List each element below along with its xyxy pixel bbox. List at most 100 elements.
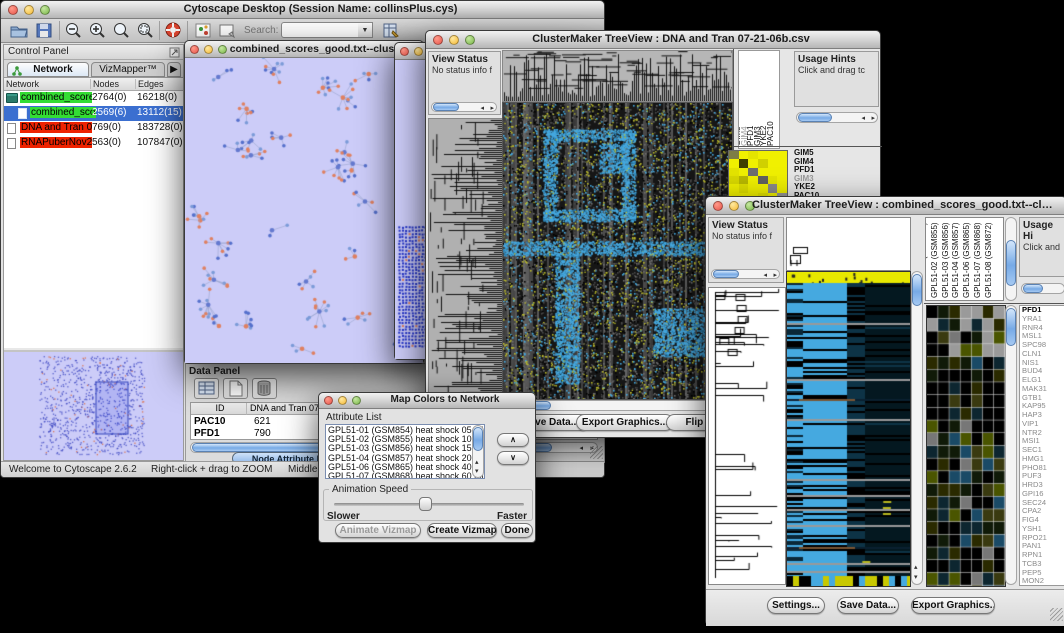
zoom-fit-icon[interactable] <box>111 21 131 40</box>
submatrix-cell[interactable] <box>739 176 749 184</box>
submatrix-cell[interactable] <box>758 184 768 192</box>
scrollbar-thumb[interactable] <box>1006 240 1016 286</box>
close-icon[interactable] <box>713 201 723 211</box>
network-list-row[interactable]: DNA and Tran 07 769(0) 183728(0) <box>4 121 183 136</box>
zoom-selected-icon[interactable] <box>135 21 155 40</box>
open-folder-icon[interactable] <box>9 21 29 40</box>
column-label[interactable]: GPL51-04 (GSM857) <box>951 222 960 298</box>
submatrix-cell[interactable] <box>739 151 749 159</box>
column-label[interactable]: GPL51-03 (GSM856) <box>941 222 950 298</box>
close-icon[interactable] <box>8 5 18 15</box>
column-label[interactable]: PAC10 <box>766 121 775 146</box>
submatrix-cell[interactable] <box>748 168 758 176</box>
tab-more-arrow[interactable]: ▶ <box>167 62 181 77</box>
delete-icon[interactable] <box>252 378 277 399</box>
scroll-down-icon[interactable]: ▾ <box>914 573 918 582</box>
tv1-heatmap[interactable] <box>502 102 733 400</box>
annotation-icon[interactable] <box>217 21 237 40</box>
tv2-heatmap-vscrollbar[interactable]: ▴ ▾ <box>911 271 923 585</box>
close-icon[interactable] <box>324 396 333 405</box>
main-titlebar[interactable]: Cytoscape Desktop (Session Name: collins… <box>1 1 604 19</box>
submatrix-cell[interactable] <box>729 176 739 184</box>
submatrix-cell[interactable] <box>748 159 758 167</box>
scrollbar-thumb[interactable] <box>433 103 459 111</box>
close-icon[interactable] <box>190 45 199 54</box>
submatrix-cell[interactable] <box>768 159 778 167</box>
scroll-left-icon[interactable]: ◂ <box>579 444 583 453</box>
scrollbar-thumb[interactable] <box>912 274 922 306</box>
minimize-icon[interactable] <box>204 45 213 54</box>
speed-slider-thumb[interactable] <box>419 497 432 511</box>
view-status-hscrollbar[interactable]: ◂ ▸ <box>711 269 780 279</box>
search-dropdown-icon[interactable]: ▼ <box>358 22 373 38</box>
gene-label[interactable]: MON2 <box>1022 577 1064 586</box>
scroll-up-icon[interactable]: ▴ <box>914 563 918 572</box>
save-data-button[interactable]: Save Data... <box>837 597 899 614</box>
submatrix-cell[interactable] <box>768 184 778 192</box>
column-label[interactable]: GPL51-07 (GSM868) <box>973 222 982 298</box>
tv1-selected-submatrix[interactable] <box>728 150 788 202</box>
network-view-titlebar[interactable]: combined_scores_good.txt--cluste... <box>185 41 423 58</box>
close-icon[interactable] <box>433 35 443 45</box>
column-label[interactable]: GPL51-06 (GSM865) <box>962 222 971 298</box>
minimize-icon[interactable] <box>24 5 34 15</box>
search-input[interactable] <box>281 22 359 38</box>
attribute-list-vscrollbar[interactable]: ▴ ▾ <box>472 425 484 478</box>
attribute-browser-icon[interactable] <box>381 21 401 40</box>
settings-button[interactable]: Settings... <box>767 597 825 614</box>
scroll-down-icon[interactable]: ▾ <box>475 467 479 476</box>
submatrix-cell[interactable] <box>758 159 768 167</box>
scrollbar-thumb[interactable] <box>1023 284 1043 293</box>
scroll-left-icon[interactable]: ◂ <box>861 114 865 123</box>
submatrix-cell[interactable] <box>768 168 778 176</box>
tv1-column-dendrogram[interactable] <box>502 50 733 102</box>
network-list-row[interactable]: RNAPuberNov2+ 563(0) 107847(0) <box>4 136 183 151</box>
zoom-in-icon[interactable] <box>87 21 107 40</box>
table-cell[interactable]: 790 <box>251 428 271 440</box>
minimize-icon[interactable] <box>729 201 739 211</box>
close-icon[interactable] <box>400 47 409 56</box>
minimize-icon[interactable] <box>449 35 459 45</box>
tv2-zoom-heatmap[interactable] <box>926 305 1006 587</box>
submatrix-cell[interactable] <box>777 176 787 184</box>
network-list-row[interactable]: combined_scores 2764(0) 16218(0) <box>4 91 183 106</box>
scroll-right-icon[interactable]: ▸ <box>871 114 875 123</box>
resize-grip[interactable] <box>1050 608 1063 621</box>
scroll-up-icon[interactable]: ▴ <box>475 458 479 467</box>
minimize-icon[interactable] <box>414 47 423 56</box>
treeview2-titlebar[interactable]: ClusterMaker TreeView : combined_scores_… <box>706 197 1064 215</box>
export-graphics-button[interactable]: Export Graphics... <box>911 597 995 614</box>
tv2-row-dendrogram[interactable] <box>708 287 786 585</box>
help-icon[interactable] <box>163 21 183 40</box>
submatrix-cell[interactable] <box>758 168 768 176</box>
float-panel-icon[interactable] <box>169 47 180 58</box>
submatrix-cell[interactable] <box>768 151 778 159</box>
column-label[interactable]: GPL51-02 (GSM855) <box>930 222 939 298</box>
zoom-window-icon[interactable] <box>218 45 227 54</box>
tv2-usage-hscrollbar[interactable] <box>1021 283 1064 294</box>
dialog-titlebar[interactable]: Map Colors to Network <box>319 393 535 409</box>
tv2-labels-vscrollbar[interactable] <box>1005 217 1017 301</box>
minimize-icon[interactable] <box>338 396 347 405</box>
submatrix-cell[interactable] <box>748 184 758 192</box>
export-graphics-button[interactable]: Export Graphics... <box>576 414 674 431</box>
done-button[interactable]: Done <box>501 523 533 538</box>
submatrix-cell[interactable] <box>729 151 739 159</box>
submatrix-cell[interactable] <box>739 184 749 192</box>
network-list-row[interactable]: combined_sco 2569(6) 13112(15) <box>4 106 183 121</box>
create-vizmap-button[interactable]: Create Vizmap <box>427 523 497 538</box>
submatrix-cell[interactable] <box>758 176 768 184</box>
network-view-canvas[interactable] <box>185 58 423 363</box>
scroll-left-icon[interactable]: ◂ <box>763 271 767 280</box>
tv2-column-dendrogram[interactable] <box>786 217 911 271</box>
resize-grip[interactable] <box>590 446 603 459</box>
submatrix-cell[interactable] <box>748 176 758 184</box>
vizmapper-icon[interactable] <box>193 21 213 40</box>
column-label[interactable]: GPL51-01 (GSM854) <box>925 222 928 298</box>
submatrix-cell[interactable] <box>729 168 739 176</box>
submatrix-cell[interactable] <box>729 159 739 167</box>
tv1-usage-hscrollbar[interactable]: ◂ ▸ <box>796 112 878 123</box>
table-cell[interactable]: PFD1 <box>191 428 220 440</box>
scrollbar-thumb[interactable] <box>1006 308 1016 346</box>
tv2-heatmap[interactable] <box>786 271 911 587</box>
